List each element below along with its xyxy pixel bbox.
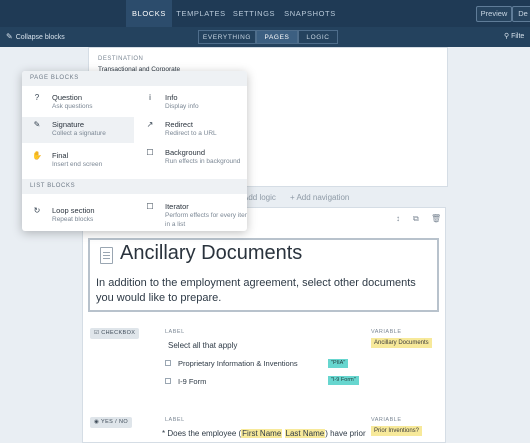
question-icon: ? <box>34 93 40 102</box>
destination-label: DESTINATION <box>98 56 144 62</box>
filter-label: Filte <box>511 33 525 40</box>
question-label[interactable]: Select all that apply <box>168 341 237 350</box>
tab-blocks[interactable]: BLOCKS <box>126 0 172 27</box>
menu-item-name: Redirect <box>165 120 193 129</box>
page-title[interactable]: Ancillary Documents <box>120 242 302 265</box>
loop-icon: ↻ <box>33 206 41 215</box>
option-label[interactable]: Proprietary Information & Inventions <box>178 359 298 368</box>
info-icon: i <box>149 93 151 102</box>
menu-item-background[interactable]: ☐ Background Run effects in background <box>135 148 247 178</box>
variable-header: VARIABLE <box>371 329 402 335</box>
menu-item-description: Ask questions <box>52 103 93 110</box>
page-header-box[interactable]: Ancillary Documents In addition to the e… <box>88 238 439 312</box>
duplicate-icon[interactable]: ⧉ <box>413 214 419 224</box>
top-nav: BLOCKS TEMPLATES SETTINGS SNAPSHOTS Prev… <box>0 0 530 27</box>
option-label[interactable]: I-9 Form <box>178 377 206 386</box>
menu-item-name: Iterator <box>165 202 189 211</box>
checkbox-type-badge: ☑ CHECKBOX <box>90 328 140 339</box>
tab-snapshots[interactable]: SNAPSHOTS <box>284 0 336 27</box>
view-toolbar: ✎ Collapse blocks EVERYTHING PAGES LOGIC … <box>0 27 530 47</box>
menu-item-name: Background <box>165 148 206 157</box>
add-navigation-link[interactable]: + Add navigation <box>290 193 349 202</box>
first-name-variable[interactable]: First Name <box>241 429 283 438</box>
checkbox-type-label: CHECKBOX <box>101 330 136 336</box>
question-label[interactable]: * Does the employee (First Name Last Nam… <box>162 429 366 438</box>
menu-item-loop-section[interactable]: ↻ Loop section Repeat blocks <box>22 206 134 228</box>
menu-item-description: Insert end screen <box>52 161 103 168</box>
tab-settings[interactable]: SETTINGS <box>232 0 276 27</box>
menu-item-name: Info <box>165 93 178 102</box>
option-checkbox[interactable] <box>165 360 171 366</box>
trash-icon[interactable]: 🗑 <box>431 214 441 223</box>
menu-item-final[interactable]: ✋ Final Insert end screen <box>22 151 134 175</box>
external-link-icon: ↗ <box>146 120 154 129</box>
menu-item-name: Final <box>52 151 69 160</box>
deploy-button[interactable]: De <box>512 6 530 22</box>
variable-header: VARIABLE <box>371 417 402 423</box>
search-icon: ⚲ <box>504 33 510 40</box>
option-checkbox[interactable] <box>165 378 171 384</box>
menu-item-question[interactable]: ? Question Ask questions <box>22 93 134 117</box>
segment-everything[interactable]: EVERYTHING <box>198 30 256 44</box>
menu-item-description: Repeat blocks <box>52 216 94 223</box>
menu-item-description: Collect a signature <box>52 130 106 137</box>
hand-icon: ✋ <box>32 151 42 160</box>
add-logic-link[interactable]: Add logic <box>243 193 276 202</box>
tab-templates[interactable]: TEMPLATES <box>176 0 226 27</box>
add-block-menu: PAGE BLOCKS ? Question Ask questions i I… <box>22 71 247 231</box>
square-icon: ☐ <box>146 202 154 211</box>
pen-icon: ✎ <box>33 120 41 129</box>
segment-pages[interactable]: PAGES <box>256 30 298 44</box>
page-description[interactable]: In addition to the employment agreement,… <box>96 276 426 306</box>
page-blocks-header: PAGE BLOCKS <box>22 71 247 86</box>
menu-item-description: Run effects in background <box>165 158 241 165</box>
collapse-blocks-button[interactable]: ✎ Collapse blocks <box>6 27 65 47</box>
last-name-variable[interactable]: Last Name <box>284 429 326 438</box>
menu-item-name: Loop section <box>52 206 95 215</box>
menu-item-description: Redirect to a URL <box>165 130 217 137</box>
menu-item-iterator[interactable]: ☐ Iterator Perform effects for every ite… <box>135 202 247 230</box>
reorder-icon[interactable]: ↕ <box>396 214 400 223</box>
menu-item-name: Question <box>52 93 83 102</box>
menu-item-description: Perform effects for every item in a list <box>165 212 247 228</box>
menu-item-name: Signature <box>52 120 85 129</box>
document-icon <box>100 247 113 264</box>
list-blocks-header: LIST BLOCKS <box>22 179 247 194</box>
collapse-blocks-label: Collapse blocks <box>15 34 65 41</box>
square-icon: ☐ <box>146 148 154 157</box>
yes-no-type-label: YES / NO <box>101 419 129 425</box>
question-suffix: ) have prior <box>325 429 366 438</box>
preview-button[interactable]: Preview <box>476 6 512 22</box>
label-header: LABEL <box>165 329 185 335</box>
label-header: LABEL <box>165 417 185 423</box>
toggle-icon: ◉ <box>94 419 102 425</box>
question-variable[interactable]: Prior Inventions? <box>371 426 423 436</box>
question-prefix: * Does the employee ( <box>162 429 242 438</box>
filter-button[interactable]: ⚲ Filte <box>504 27 530 47</box>
segment-logic[interactable]: LOGIC <box>298 30 338 44</box>
question-variable[interactable]: Ancillary Documents <box>371 338 432 348</box>
option-variable[interactable]: "I-9 Form" <box>328 376 359 385</box>
pencil-icon: ✎ <box>6 32 13 41</box>
menu-item-redirect[interactable]: ↗ Redirect Redirect to a URL <box>135 120 247 144</box>
menu-item-description: Display info <box>165 103 199 110</box>
menu-item-info[interactable]: i Info Display info <box>135 93 247 117</box>
yes-no-type-badge: ◉ YES / NO <box>90 417 133 428</box>
option-variable[interactable]: "PIIA" <box>328 359 349 368</box>
menu-item-signature[interactable]: ✎ Signature Collect a signature <box>22 117 134 143</box>
